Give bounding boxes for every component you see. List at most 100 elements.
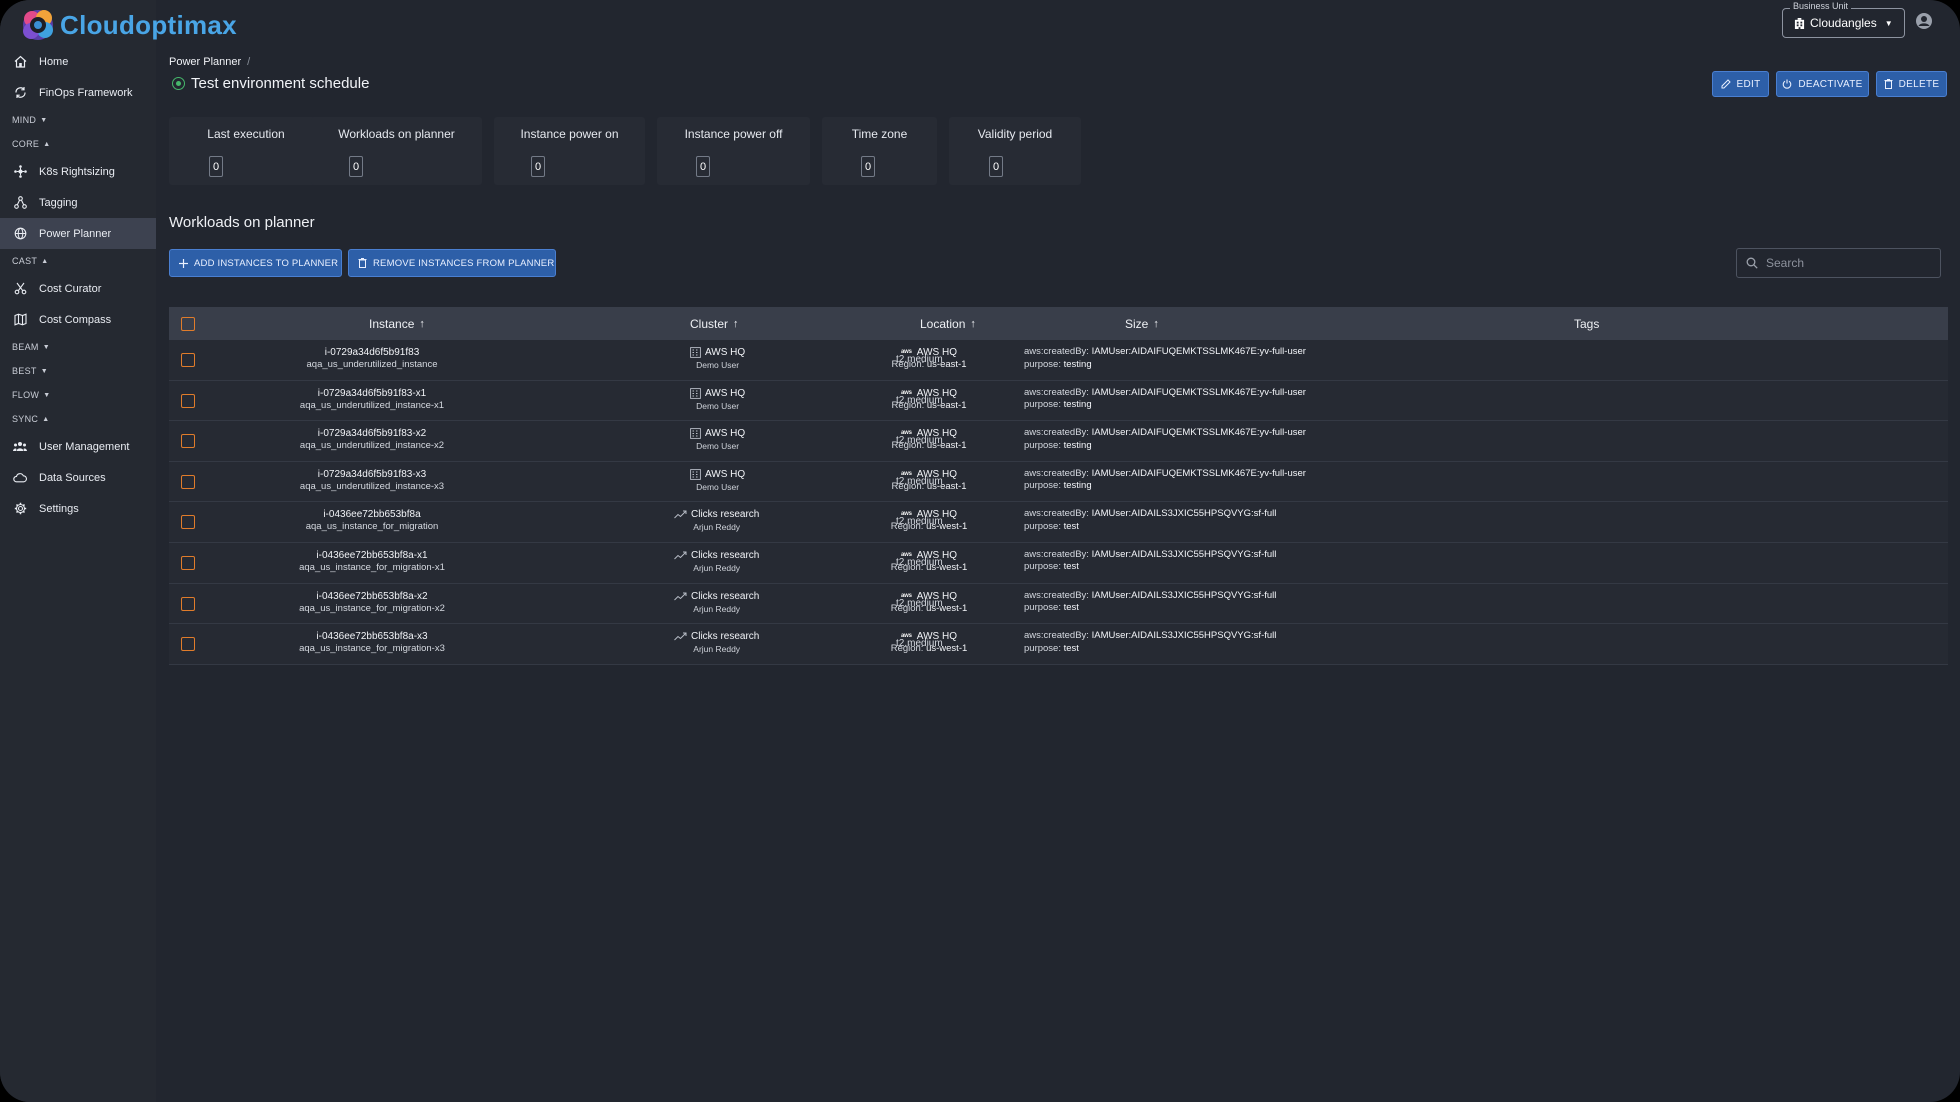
- trend-icon: [674, 632, 687, 641]
- tag-value: IAMUser:AIDAIFUQEMKTSSLMK467E:yv-full-us…: [1091, 346, 1306, 357]
- deactivate-button-label: DEACTIVATE: [1798, 78, 1863, 90]
- cluster-name: Clicks research: [691, 631, 760, 643]
- search-box[interactable]: [1736, 248, 1941, 278]
- summary-card-label: Validity period: [977, 127, 1053, 141]
- tag-key: aws:createdBy:: [1024, 386, 1089, 398]
- sidebar: Cloudoptimax Home FinOps Framework MIND ▼ CO…: [0, 0, 237, 1102]
- workloads-section-title: Workloads on planner: [169, 214, 315, 231]
- sidebar-item-power-planner[interactable]: Power Planner: [0, 218, 156, 249]
- sidebar-section-flow[interactable]: FLOW ▼: [0, 383, 156, 407]
- cluster-name: AWS HQ: [705, 387, 746, 399]
- deactivate-button[interactable]: DEACTIVATE: [1776, 71, 1869, 97]
- instance-name: aqa_us_instance_for_migration-x3: [299, 643, 445, 655]
- summary-card-value: 0: [349, 156, 363, 177]
- size-cell: t2.medium: [896, 638, 943, 650]
- sidebar-item-data-sources[interactable]: Data Sources: [0, 462, 156, 493]
- summary-card-value: 0: [209, 156, 223, 177]
- instance-name: aqa_us_underutilized_instance-x1: [299, 399, 445, 411]
- sidebar-item-settings[interactable]: Settings: [0, 493, 156, 524]
- instance-id: i-0729a34d6f5b91f83: [324, 347, 420, 358]
- tag-tree-icon: [12, 195, 28, 211]
- row-checkbox[interactable]: [181, 515, 195, 530]
- sidebar-item-label: K8s Rightsizing: [39, 165, 115, 178]
- sidebar-item-cost-curator[interactable]: Cost Curator: [0, 273, 156, 304]
- instance-cell[interactable]: i-0436ee72bb653bf8a-x3 aqa_us_instance_fo…: [199, 630, 545, 655]
- breadcrumb-separator: /: [247, 56, 251, 68]
- tags-cell: aws:createdBy: IAMUser:AIDAILS3JXIC55HPS…: [1024, 549, 1276, 574]
- column-header-size-label: Size: [1125, 316, 1149, 331]
- table-row[interactable]: i-0436ee72bb653bf8a-x3 aqa_us_instance_fo…: [169, 624, 1948, 665]
- sidebar-item-home[interactable]: Home: [0, 46, 156, 77]
- sort-arrow-icon: ↑: [970, 317, 976, 330]
- row-checkbox[interactable]: [181, 474, 195, 489]
- tag-key: aws:createdBy:: [1024, 427, 1089, 439]
- edit-button-label: EDIT: [1736, 78, 1761, 90]
- table-row[interactable]: i-0729a34d6f5b91f83-x1 aqa_us_underutiliz…: [169, 380, 1948, 422]
- cycle-icon: [12, 85, 28, 101]
- instance-id: i-0436ee72bb653bf8a-x1: [316, 549, 428, 561]
- business-unit-select[interactable]: Business Unit Cloudangles ▼: [1782, 1, 1905, 38]
- app-logo[interactable]: Cloudoptimax: [18, 4, 237, 46]
- search-input[interactable]: [1766, 256, 1926, 270]
- sidebar-item-finops-framework[interactable]: FinOps Framework: [0, 77, 156, 108]
- column-header-instance[interactable]: Instance ↑: [369, 317, 425, 331]
- sidebar-section-beam[interactable]: BEAM ▼: [0, 335, 156, 359]
- column-header-location[interactable]: Location ↑: [920, 317, 976, 331]
- tag-value: IAMUser:AIDAILS3JXIC55HPSQVYG:sf-full: [1091, 508, 1277, 520]
- row-checkbox[interactable]: [181, 434, 195, 449]
- row-checkbox[interactable]: [181, 393, 195, 408]
- account-circle-icon[interactable]: [1915, 12, 1933, 30]
- sidebar-section-mind[interactable]: MIND ▼: [0, 108, 156, 132]
- instance-cell[interactable]: i-0729a34d6f5b91f83 aqa_us_underutilized_…: [199, 346, 545, 371]
- sidebar-section-label: SYNC: [12, 414, 39, 424]
- table-row[interactable]: i-0729a34d6f5b91f83-x3 aqa_us_underutiliz…: [169, 461, 1948, 503]
- row-checkbox[interactable]: [181, 596, 195, 611]
- column-header-instance-label: Instance: [369, 316, 415, 331]
- row-checkbox[interactable]: [181, 555, 195, 570]
- sidebar-section-core[interactable]: CORE ▲: [0, 132, 156, 156]
- row-checkbox[interactable]: [181, 637, 195, 652]
- sidebar-item-cost-compass[interactable]: Cost Compass: [0, 304, 156, 335]
- pencil-icon: [1721, 79, 1731, 89]
- table-row[interactable]: i-0436ee72bb653bf8a-x2 aqa_us_instance_fo…: [169, 583, 1948, 625]
- workloads-table: Instance ↑ Cluster ↑ Location ↑ Size ↑ Tags …: [169, 307, 1948, 665]
- cluster-cell: AWS HQ Demo User: [690, 346, 745, 371]
- column-header-size[interactable]: Size ↑: [1125, 317, 1159, 331]
- sidebar-section-cast[interactable]: CAST ▲: [0, 249, 156, 273]
- summary-card: Validity period 0: [949, 117, 1081, 185]
- table-row[interactable]: i-0436ee72bb653bf8a aqa_us_instance_for_m…: [169, 502, 1948, 543]
- cluster-cell: Clicks research Arjun Reddy: [674, 549, 759, 574]
- instance-cell[interactable]: i-0436ee72bb653bf8a aqa_us_instance_for_m…: [199, 508, 545, 533]
- instance-cell[interactable]: i-0436ee72bb653bf8a-x2 aqa_us_instance_fo…: [199, 590, 545, 615]
- instance-cell[interactable]: i-0729a34d6f5b91f83-x1 aqa_us_underutiliz…: [199, 387, 545, 412]
- size-cell: t2.medium: [896, 394, 943, 406]
- sidebar-section-label: FLOW: [12, 390, 40, 400]
- sidebar-item-k8s-rightsizing[interactable]: K8s Rightsizing: [0, 156, 156, 187]
- globe-icon: [12, 226, 28, 242]
- sidebar-section-sync[interactable]: SYNC ▲: [0, 407, 156, 431]
- sidebar-item-user-management[interactable]: User Management: [0, 431, 156, 462]
- trend-icon: [674, 592, 687, 601]
- sidebar-item-label: Data Sources: [39, 471, 106, 484]
- trend-icon: [674, 510, 687, 519]
- column-header-cluster[interactable]: Cluster ↑: [690, 317, 739, 331]
- edit-button[interactable]: EDIT: [1712, 71, 1769, 97]
- row-checkbox[interactable]: [181, 353, 195, 367]
- cloud-icon: [12, 470, 28, 486]
- tag-value: test: [1063, 520, 1079, 532]
- tag-key: aws:createdBy:: [1024, 467, 1089, 479]
- table-row[interactable]: i-0729a34d6f5b91f83-x2 aqa_us_underutiliz…: [169, 421, 1948, 462]
- delete-button[interactable]: DELETE: [1876, 71, 1947, 97]
- select-all-checkbox[interactable]: [181, 317, 195, 331]
- table-row[interactable]: i-0729a34d6f5b91f83 aqa_us_underutilized_…: [169, 340, 1948, 381]
- remove-instances-button[interactable]: REMOVE INSTANCES FROM PLANNER: [348, 249, 556, 277]
- instance-cell[interactable]: i-0436ee72bb653bf8a-x1 aqa_us_instance_fo…: [199, 549, 545, 574]
- table-header: Instance ↑ Cluster ↑ Location ↑ Size ↑ Tags: [169, 307, 1948, 340]
- add-instances-button[interactable]: ADD INSTANCES TO PLANNER: [169, 249, 342, 277]
- instance-cell[interactable]: i-0729a34d6f5b91f83-x2 aqa_us_underutiliz…: [199, 427, 545, 452]
- table-row[interactable]: i-0436ee72bb653bf8a-x1 aqa_us_instance_fo…: [169, 542, 1948, 584]
- sidebar-section-best[interactable]: BEST ▼: [0, 359, 156, 383]
- sidebar-item-tagging[interactable]: Tagging: [0, 187, 156, 218]
- breadcrumb-power-planner[interactable]: Power Planner: [169, 56, 241, 68]
- instance-cell[interactable]: i-0729a34d6f5b91f83-x3 aqa_us_underutiliz…: [199, 468, 545, 493]
